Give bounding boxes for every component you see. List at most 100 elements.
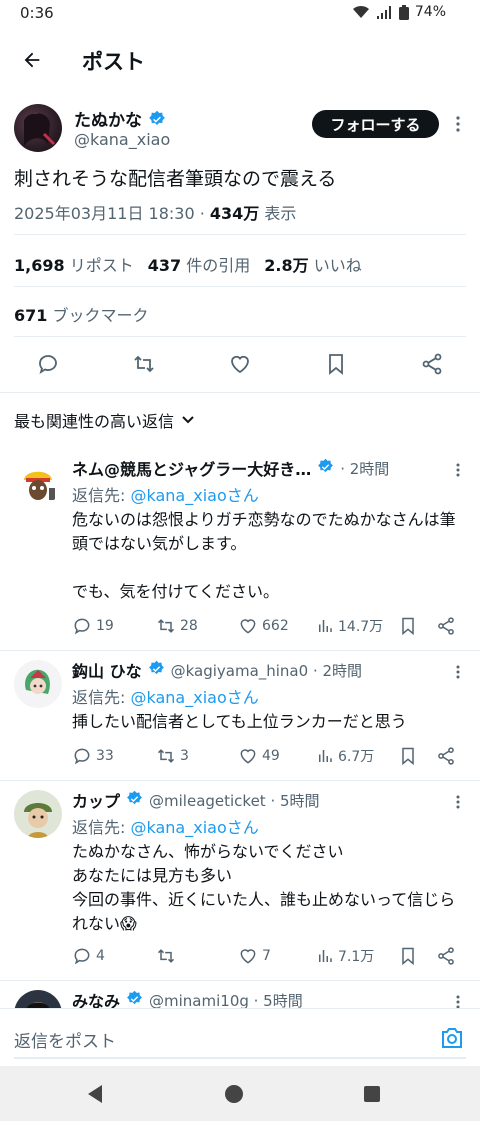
reply-bookmark-action[interactable] <box>398 616 418 636</box>
battery-level: 74% <box>414 4 446 20</box>
reply-like-action[interactable]: 7 <box>238 946 271 966</box>
reply-compose-placeholder: 返信をポスト <box>14 1032 116 1052</box>
bookmark-button[interactable] <box>320 348 352 380</box>
reply-header: カップ @mileageticket · 5時間 <box>72 788 320 812</box>
reply-avatar[interactable] <box>14 458 62 506</box>
nav-home-button[interactable] <box>224 1084 244 1108</box>
reply-to: 返信先: @kana_xiaoさん <box>72 818 259 837</box>
author-name[interactable]: たぬかな <box>74 106 142 131</box>
avatar-figure <box>24 113 56 146</box>
reply-to-handle[interactable]: @kana_xiaoさん <box>130 486 258 505</box>
reply-repost-action[interactable]: 28 <box>156 616 198 636</box>
reply-meta: · 2時間 <box>340 459 390 478</box>
reply-author-name[interactable]: 鈎山 ひな <box>72 658 142 682</box>
divider <box>0 780 480 781</box>
camera-button[interactable] <box>440 1027 466 1051</box>
reply-repost-action[interactable]: 3 <box>156 746 189 766</box>
battery-icon <box>398 4 409 20</box>
bookmarks-stat[interactable]: 671 ブックマーク <box>14 302 149 326</box>
reply-avatar[interactable] <box>14 660 62 708</box>
reply-repost-action[interactable] <box>156 946 180 966</box>
bookmark-icon <box>329 354 343 375</box>
reply-more-icon[interactable] <box>450 662 466 682</box>
reply-like-action[interactable]: 49 <box>238 746 280 766</box>
share-button[interactable] <box>416 348 448 380</box>
system-nav-bar <box>0 1066 480 1121</box>
reply-to: 返信先: @kana_xiaoさん <box>72 688 259 707</box>
nav-recents-button[interactable] <box>364 1086 380 1106</box>
reply-button[interactable] <box>32 348 64 380</box>
reply-avatar[interactable] <box>14 790 62 838</box>
reply-sort-label: 最も関連性の高い返信 <box>14 412 175 431</box>
share-icon <box>422 353 442 375</box>
chevron-down-icon <box>182 416 194 424</box>
reply-views-action[interactable]: 7.1万 <box>316 946 374 966</box>
reply-comment-action[interactable]: 19 <box>72 616 114 636</box>
reply-views-action[interactable]: 6.7万 <box>316 746 374 766</box>
reply-more-icon[interactable] <box>450 460 466 480</box>
reply-text: 挿したい配信者としても上位ランカーだと思う <box>72 712 407 731</box>
reply-to-handle[interactable]: @kana_xiaoさん <box>130 688 258 707</box>
divider <box>14 286 466 287</box>
reply-like-action[interactable]: 662 <box>238 616 289 636</box>
bookmark-icon <box>402 747 414 766</box>
back-button[interactable] <box>18 46 46 74</box>
post-datetime[interactable]: 2025年03月11日 18:30 · <box>14 204 210 223</box>
reply-text: 危ないのは怨恨よりガチ恋勢なのでたぬかなさんは筆頭ではない気がします。 でも、気… <box>72 510 456 601</box>
like-button[interactable] <box>224 348 256 380</box>
repost-icon <box>134 355 154 373</box>
verified-badge-icon <box>317 458 334 479</box>
author-handle[interactable]: @kana_xiao <box>74 130 170 149</box>
author-name-row: たぬかな <box>74 106 166 131</box>
status-bar: 0:36 74% <box>0 0 480 28</box>
divider <box>14 234 466 235</box>
views-icon <box>319 950 332 962</box>
status-icons: 74% <box>352 4 446 20</box>
reply-compose-bar: 返信をポスト <box>0 1008 480 1066</box>
reply-to-handle[interactable]: @kana_xiaoさん <box>130 818 258 837</box>
reply-bookmark-action[interactable] <box>398 946 418 966</box>
reply-sort-dropdown[interactable]: 最も関連性の高い返信 <box>14 408 194 432</box>
verified-badge-icon <box>126 790 143 811</box>
reply-compose-input[interactable]: 返信をポスト <box>14 1009 466 1059</box>
divider <box>0 980 480 981</box>
share-icon <box>438 747 454 765</box>
bookmark-icon <box>402 947 414 966</box>
likes-stat[interactable]: 2.8万 いいね <box>264 252 361 276</box>
heart-icon <box>240 749 256 764</box>
divider <box>0 392 480 393</box>
reply-share-action[interactable] <box>436 946 456 966</box>
reply-text: たぬかなさん、怖がらないでください あなたには見方も多い 今回の事件、近くにいた… <box>72 842 456 933</box>
reply-share-action[interactable] <box>436 616 456 636</box>
share-icon <box>438 947 454 965</box>
reply-more-icon[interactable] <box>450 792 466 812</box>
reply-author-name[interactable]: カップ <box>72 788 120 812</box>
repost-icon <box>157 619 175 633</box>
reply-actions: 19 28 662 14.7万 <box>72 614 462 638</box>
quotes-stat[interactable]: 437 件の引用 <box>148 252 251 276</box>
reply-comment-action[interactable]: 4 <box>72 946 105 966</box>
reply-actions: 33 3 49 6.7万 <box>72 744 462 768</box>
post-more-icon[interactable] <box>450 114 466 134</box>
repost-button[interactable] <box>128 348 160 380</box>
post-text: 刺されそうな配信者筆頭なので震える <box>14 168 337 190</box>
reply-comment-action[interactable]: 33 <box>72 746 114 766</box>
reply-bookmark-action[interactable] <box>398 746 418 766</box>
reply-header: 鈎山 ひな @kagiyama_hina0 · 2時間 <box>72 658 362 682</box>
reply-actions: 4 7 7.1万 <box>72 944 462 968</box>
post-stats-row: 1,698 リポスト 437 件の引用 2.8万 いいね <box>14 252 362 276</box>
reply-views-action[interactable]: 14.7万 <box>316 616 383 636</box>
verified-badge-icon <box>148 110 166 128</box>
arrow-left-icon <box>24 52 40 68</box>
author-avatar[interactable] <box>14 104 62 152</box>
reply-share-action[interactable] <box>436 746 456 766</box>
divider <box>14 336 466 337</box>
post-views: 434万 <box>209 204 260 223</box>
views-icon <box>319 750 332 762</box>
reposts-stat[interactable]: 1,698 リポスト <box>14 252 134 276</box>
square-recents-icon <box>364 1086 380 1102</box>
follow-button[interactable]: フォローする <box>312 110 439 138</box>
reply-author-name[interactable]: ネム@競馬とジャグラー大好き… <box>72 456 311 480</box>
comment-icon <box>74 618 90 635</box>
nav-back-button[interactable] <box>86 1084 104 1108</box>
